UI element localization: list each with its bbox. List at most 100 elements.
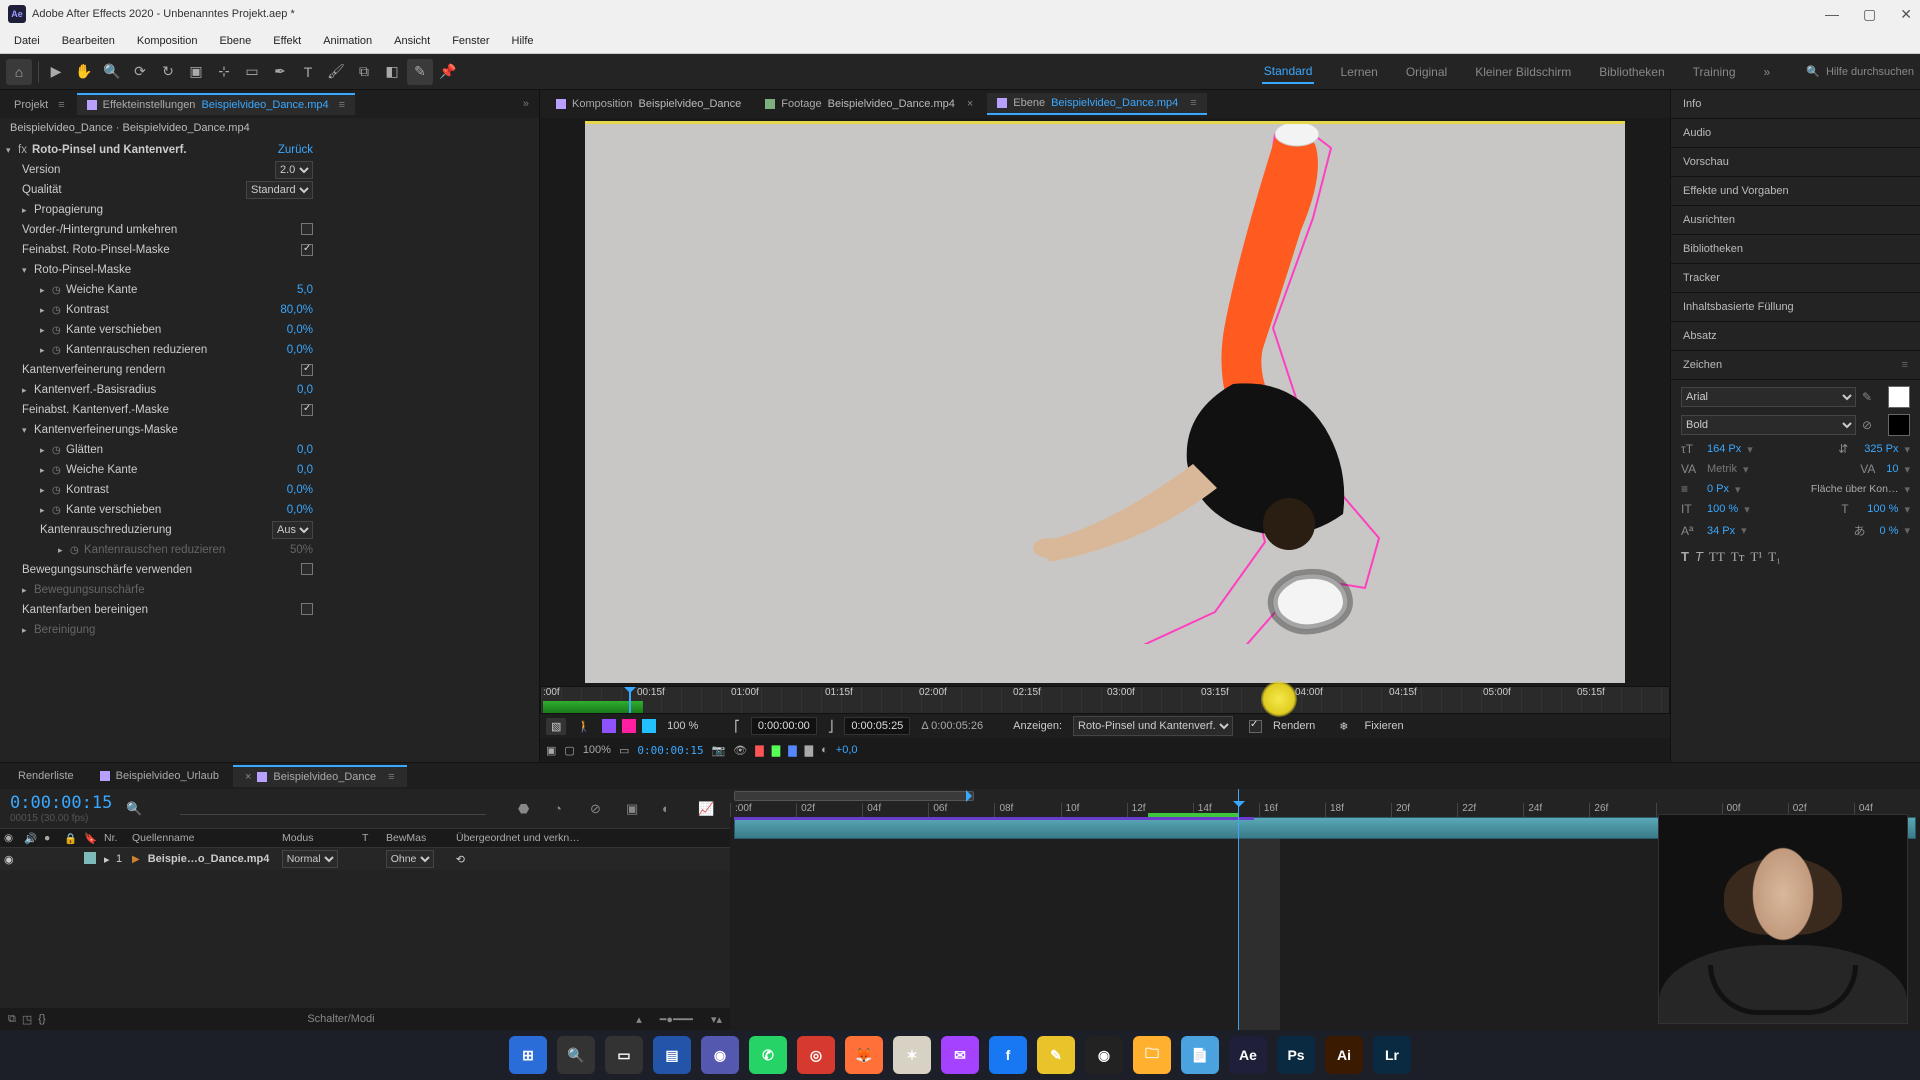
prop-roto-mask[interactable]: Roto-Pinsel-Maske (34, 264, 131, 276)
out-time[interactable]: 0:00:05:25 (844, 717, 910, 735)
taskbar-ae[interactable]: Ae (1229, 1036, 1267, 1074)
taskbar-facebook[interactable]: f (989, 1036, 1027, 1074)
taskbar-tasks[interactable]: ▭ (605, 1036, 643, 1074)
channel-b[interactable]: ▇ (788, 744, 796, 757)
close-icon[interactable]: × (967, 98, 973, 110)
timecode[interactable]: 0:00:00:15 (10, 793, 112, 813)
taskbar-messenger[interactable]: ✉ (941, 1036, 979, 1074)
tab-dance[interactable]: ×Beispielvideo_Dance≡ (233, 765, 407, 787)
region-icon[interactable]: ▭ (619, 744, 629, 757)
taskbar-files[interactable]: 🗀 (1133, 1036, 1171, 1074)
draft3d-icon[interactable]: ◔ (554, 801, 576, 816)
render-refine-checkbox[interactable] (301, 364, 313, 376)
tab-footage[interactable]: FootageBeispielvideo_Dance.mp4× (755, 94, 983, 114)
fx-reset[interactable]: Zurück (278, 144, 533, 156)
taskbar-lr[interactable]: Lr (1373, 1036, 1411, 1074)
kerning-value[interactable]: Metrik (1707, 463, 1737, 475)
type-tool[interactable]: T (295, 59, 321, 85)
in-bracket-icon[interactable]: ⎡ (729, 718, 745, 735)
decon-checkbox[interactable] (301, 603, 313, 615)
taskbar-firefox[interactable]: 🦊 (845, 1036, 883, 1074)
shift-value[interactable]: 0,0% (287, 324, 533, 336)
workspace-training[interactable]: Training (1691, 61, 1738, 83)
parent-pick-icon[interactable]: ⟲ (452, 853, 469, 866)
subscript[interactable]: T₁ (1768, 549, 1780, 565)
fill-over-stroke[interactable]: Fläche über Kon… (1811, 483, 1899, 495)
panel-content-aware[interactable]: Inhaltsbasierte Füllung (1671, 293, 1920, 322)
clone-tool[interactable]: ⧉ (351, 59, 377, 85)
pen-tool[interactable]: ✒ (267, 59, 293, 85)
panel-menu-icon[interactable]: ≡ (339, 99, 345, 111)
render-checkbox[interactable] (1249, 720, 1262, 733)
channel-g[interactable]: ▇ (772, 744, 780, 757)
prop-refine-mask[interactable]: Kantenverfeinerungs-Maske (34, 424, 178, 436)
taskbar-notepad[interactable]: 📄 (1181, 1036, 1219, 1074)
shape-tool[interactable]: ▭ (239, 59, 265, 85)
taskbar-app-figure[interactable]: ✶ (893, 1036, 931, 1074)
close-button[interactable]: ✕ (1900, 6, 1912, 23)
zoom-out-icon[interactable]: ▴ (636, 1013, 642, 1026)
show-snapshot-icon[interactable]: 👁 (733, 744, 747, 757)
workspace-kleiner[interactable]: Kleiner Bildschirm (1473, 61, 1573, 83)
tab-urlaub[interactable]: Beispielvideo_Urlaub (88, 766, 231, 786)
opacity-value[interactable]: 100 % (662, 718, 703, 734)
stroke-swatch[interactable] (1888, 414, 1910, 436)
stopwatch-icon[interactable]: ◷ (52, 305, 66, 316)
panel-info[interactable]: Info (1671, 90, 1920, 119)
font-size-value[interactable]: 164 Px (1707, 443, 1741, 455)
menu-datei[interactable]: Datei (4, 31, 50, 51)
panel-ausrichten[interactable]: Ausrichten (1671, 206, 1920, 235)
faux-bold[interactable]: T (1681, 549, 1689, 565)
snapshot-icon[interactable]: 📷 (712, 744, 726, 757)
alpha-toggle[interactable]: ▧ (546, 718, 566, 735)
taskbar-obs[interactable]: ◉ (1085, 1036, 1123, 1074)
stopwatch-icon[interactable]: ◷ (52, 285, 66, 296)
work-area[interactable] (734, 791, 974, 801)
layer-name[interactable]: Beispie…o_Dance.mp4 (144, 853, 278, 865)
orbit-tool[interactable]: ⟳ (127, 59, 153, 85)
exposure-offset[interactable]: +0,0 (836, 744, 858, 756)
fill-swatch[interactable] (1888, 386, 1910, 408)
taskbar-start[interactable]: ⊞ (509, 1036, 547, 1074)
in-time[interactable]: 0:00:00:00 (751, 717, 817, 735)
menu-bearbeiten[interactable]: Bearbeiten (52, 31, 125, 51)
tab-composition[interactable]: KompositionBeispielvideo_Dance (546, 94, 751, 114)
tab-renderliste[interactable]: Renderliste (6, 766, 86, 786)
motion-blur-checkbox[interactable] (301, 563, 313, 575)
roto-brush-tool[interactable]: ✎ (407, 59, 433, 85)
panel-overflow-icon[interactable]: » (517, 98, 535, 110)
home-tool[interactable]: ⌂ (6, 59, 32, 85)
panel-effekte-vorgaben[interactable]: Effekte und Vorgaben (1671, 177, 1920, 206)
workspace-original[interactable]: Original (1404, 61, 1449, 83)
baseline-value[interactable]: 34 Px (1707, 525, 1735, 537)
stopwatch-icon[interactable]: ◷ (52, 445, 66, 456)
tracking-value[interactable]: 10 (1886, 463, 1898, 475)
tab-effekteinstellungen[interactable]: Effekteinstellungen Beispielvideo_Dance.… (77, 93, 355, 115)
all-caps[interactable]: TT (1709, 549, 1725, 565)
zoom-value[interactable]: 100% (583, 744, 611, 756)
quality-select[interactable]: Standard (246, 181, 313, 199)
layer-row[interactable]: ◉ ▸ 1 ▶ Beispie…o_Dance.mp4 Normal Ohne … (0, 848, 730, 870)
rotate-tool[interactable]: ↻ (155, 59, 181, 85)
taskbar-app-red[interactable]: ◎ (797, 1036, 835, 1074)
graph-editor-icon[interactable]: 📈 (698, 801, 720, 817)
layer-viewer-canvas[interactable] (585, 121, 1625, 683)
taskbar-teams[interactable]: ◉ (701, 1036, 739, 1074)
brush-tool[interactable]: 🖌 (323, 59, 349, 85)
panel-menu-icon[interactable]: ≡ (1190, 97, 1196, 109)
fine-roto-checkbox[interactable] (301, 244, 313, 256)
panel-absatz[interactable]: Absatz (1671, 322, 1920, 351)
layer-time-ruler[interactable]: :00f00:15f01:00f01:15f02:00f02:15f03:00f… (540, 686, 1670, 714)
workspace-overflow-icon[interactable]: » (1762, 61, 1773, 83)
tl-search-icon[interactable]: 🔍 (126, 801, 148, 817)
version-select[interactable]: 2.0 (275, 161, 313, 179)
roto-fg-swatch[interactable] (602, 719, 616, 733)
toggle-switches-3[interactable]: {} (38, 1013, 45, 1025)
maximize-button[interactable]: ▢ (1863, 6, 1876, 23)
font-family-select[interactable]: Arial (1681, 387, 1856, 407)
taskbar-widgets[interactable]: ▤ (653, 1036, 691, 1074)
anchor-tool[interactable]: ⊹ (211, 59, 237, 85)
leading-value[interactable]: 325 Px (1864, 443, 1898, 455)
superscript[interactable]: T¹ (1750, 549, 1762, 565)
prop-propagation[interactable]: Propagierung (34, 204, 103, 216)
